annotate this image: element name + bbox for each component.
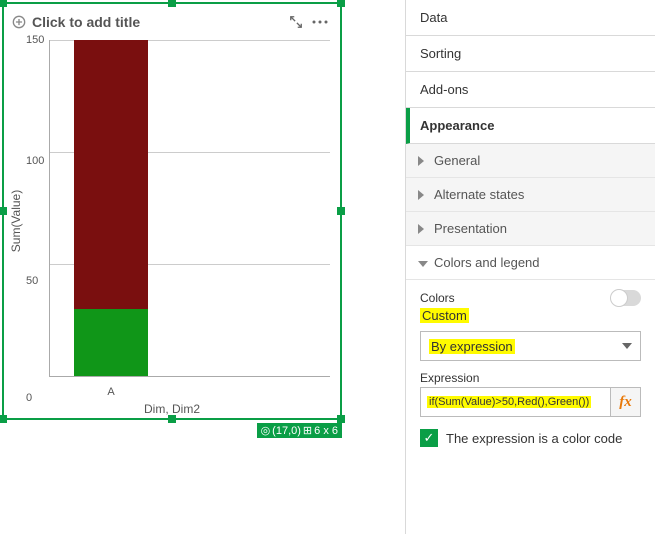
resize-handle[interactable] <box>337 0 345 7</box>
check-icon: ✓ <box>424 430 435 446</box>
y-tick: 50 <box>26 275 38 287</box>
checkbox[interactable]: ✓ <box>420 429 438 447</box>
expression-label: Expression <box>420 371 479 385</box>
resize-handle[interactable] <box>0 0 7 7</box>
bar-segment <box>74 309 148 376</box>
title-placeholder-text: Click to add title <box>32 14 140 30</box>
color-code-checkbox-row[interactable]: ✓ The expression is a color code <box>420 429 641 447</box>
resize-handle[interactable] <box>168 0 176 7</box>
chevron-right-icon <box>418 156 424 166</box>
checkbox-label: The expression is a color code <box>446 431 622 446</box>
sub-item-presentation[interactable]: Presentation <box>406 212 655 246</box>
options-button[interactable] <box>308 10 332 34</box>
expand-icon <box>289 15 303 29</box>
sub-label: Alternate states <box>434 187 524 202</box>
y-tick: 100 <box>26 155 44 167</box>
panel-tab-data[interactable]: Data <box>406 0 655 36</box>
sub-label: Colors and legend <box>434 255 540 270</box>
colors-auto-toggle[interactable] <box>611 290 641 306</box>
chart-title-input[interactable]: Click to add title <box>12 14 284 30</box>
sub-label: Presentation <box>434 221 507 236</box>
chevron-right-icon <box>418 190 424 200</box>
expression-field: if(Sum(Value)>50,Red(),Green()) fx <box>420 387 641 417</box>
more-icon <box>312 20 328 24</box>
target-icon: ◎ <box>261 424 271 437</box>
colors-label: Colors <box>420 291 455 305</box>
properties-panel: Data Sorting Add-ons Appearance General … <box>405 0 655 534</box>
colors-legend-body: Colors Custom By expression Expression i… <box>406 280 655 457</box>
sub-item-alternate-states[interactable]: Alternate states <box>406 178 655 212</box>
x-axis-label: Dim, Dim2 <box>4 402 340 416</box>
dropdown-value: By expression <box>429 339 515 354</box>
resize-handle[interactable] <box>168 415 176 423</box>
panel-tab-sorting[interactable]: Sorting <box>406 36 655 72</box>
bar-stack[interactable] <box>74 40 148 376</box>
object-status: ◎ (17,0) ⊞ 6 x 6 <box>257 423 342 438</box>
size-text: 6 x 6 <box>314 425 338 437</box>
sub-label: General <box>434 153 480 168</box>
x-tick: A <box>107 386 114 398</box>
appearance-subsections: General Alternate states Presentation Co… <box>406 144 655 457</box>
fx-button[interactable]: fx <box>610 388 640 416</box>
chevron-right-icon <box>418 224 424 234</box>
resize-handle[interactable] <box>0 415 7 423</box>
grid-icon: ⊞ <box>303 424 312 437</box>
sub-item-general[interactable]: General <box>406 144 655 178</box>
plus-circle-icon <box>12 15 26 29</box>
color-mode-dropdown[interactable]: By expression <box>420 331 641 361</box>
chevron-down-icon <box>418 261 428 267</box>
expression-value: if(Sum(Value)>50,Red(),Green()) <box>427 396 591 408</box>
chart-body: Sum(Value) 150 100 50 0 A <box>4 40 340 402</box>
resize-handle[interactable] <box>337 415 345 423</box>
chevron-down-icon <box>622 343 632 349</box>
panel-tab-addons[interactable]: Add-ons <box>406 72 655 108</box>
sub-item-colors-legend[interactable]: Colors and legend <box>406 246 655 280</box>
bar-segment <box>74 40 148 309</box>
chart-object[interactable]: Click to add title Sum(Value) 150 100 50… <box>2 2 342 420</box>
panel-tab-appearance[interactable]: Appearance <box>406 108 655 144</box>
expression-input[interactable]: if(Sum(Value)>50,Red(),Green()) <box>421 388 610 416</box>
canvas-area[interactable]: Click to add title Sum(Value) 150 100 50… <box>0 0 405 534</box>
fullscreen-button[interactable] <box>284 10 308 34</box>
position-text: (17,0) <box>272 425 301 437</box>
custom-label: Custom <box>420 308 469 323</box>
chart-header: Click to add title <box>4 4 340 40</box>
plot-area <box>49 40 330 377</box>
y-tick: 150 <box>26 34 44 46</box>
y-axis-label: Sum(Value) <box>9 190 23 252</box>
